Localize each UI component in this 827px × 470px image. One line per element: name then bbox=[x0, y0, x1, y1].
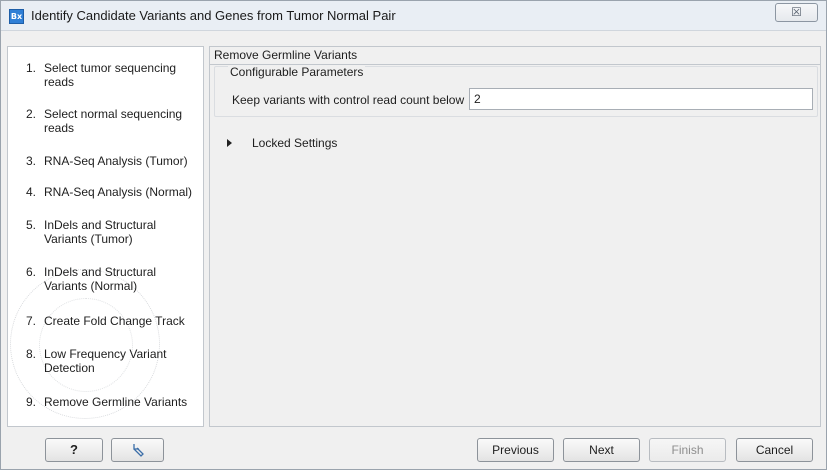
sidebar-step-5[interactable]: 5. InDels and Structural Variants (Tumor… bbox=[8, 218, 203, 246]
sidebar-step-6[interactable]: 6. InDels and Structural Variants (Norma… bbox=[8, 265, 203, 293]
help-button[interactable]: ? bbox=[45, 438, 103, 462]
sidebar-step-2[interactable]: 2. Select normal sequencing reads bbox=[8, 107, 203, 135]
step-label: Remove Germline Variants bbox=[44, 395, 188, 409]
finish-button[interactable]: Finish bbox=[649, 438, 726, 462]
previous-button[interactable]: Previous bbox=[477, 438, 554, 462]
step-number: 6. bbox=[26, 265, 37, 279]
window-title: Identify Candidate Variants and Genes fr… bbox=[31, 8, 396, 23]
cancel-button[interactable]: Cancel bbox=[736, 438, 813, 462]
sidebar-step-3[interactable]: 3. RNA-Seq Analysis (Tumor) bbox=[8, 154, 203, 168]
step-label: Select normal sequencing reads bbox=[44, 107, 183, 135]
steps-sidebar: 1. Select tumor sequencing reads 2. Sele… bbox=[7, 46, 204, 427]
control-read-count-label: Keep variants with control read count be… bbox=[232, 93, 465, 107]
step-label: Low Frequency Variant Detection bbox=[44, 347, 167, 375]
step-label: InDels and Structural Variants (Tumor) bbox=[44, 218, 157, 246]
step-number: 2. bbox=[26, 107, 37, 121]
step-label: Select tumor sequencing reads bbox=[44, 61, 177, 89]
expand-triangle-icon bbox=[227, 139, 232, 147]
step-label: RNA-Seq Analysis (Tumor) bbox=[44, 154, 188, 168]
sidebar-step-8[interactable]: 8. Low Frequency Variant Detection bbox=[8, 347, 203, 375]
step-number: 8. bbox=[26, 347, 37, 361]
app-icon: Bx bbox=[9, 9, 24, 24]
reset-button[interactable] bbox=[111, 438, 164, 462]
locked-settings-toggle[interactable]: Locked Settings bbox=[227, 136, 337, 150]
close-button[interactable]: ☒ bbox=[775, 3, 818, 22]
sidebar-step-1[interactable]: 1. Select tumor sequencing reads bbox=[8, 61, 203, 89]
step-label: InDels and Structural Variants (Normal) bbox=[44, 265, 157, 293]
locked-settings-label: Locked Settings bbox=[252, 136, 338, 150]
sidebar-step-4[interactable]: 4. RNA-Seq Analysis (Normal) bbox=[8, 185, 203, 199]
title-bar: Bx Identify Candidate Variants and Genes… bbox=[1, 1, 826, 31]
close-icon: ☒ bbox=[791, 5, 802, 19]
sidebar-step-7[interactable]: 7. Create Fold Change Track bbox=[8, 314, 203, 328]
step-label: Create Fold Change Track bbox=[44, 314, 185, 328]
step-number: 4. bbox=[26, 185, 37, 199]
section-title: Remove Germline Variants bbox=[214, 48, 358, 62]
step-number: 7. bbox=[26, 314, 37, 328]
sidebar-step-9[interactable]: 9. Remove Germline Variants bbox=[8, 395, 203, 409]
next-button[interactable]: Next bbox=[563, 438, 640, 462]
step-number: 5. bbox=[26, 218, 37, 232]
step-number: 9. bbox=[26, 395, 37, 409]
group-title: Configurable Parameters bbox=[228, 65, 366, 79]
reset-icon bbox=[131, 444, 145, 460]
step-number: 3. bbox=[26, 154, 37, 168]
control-read-count-input[interactable] bbox=[469, 88, 813, 110]
step-label: RNA-Seq Analysis (Normal) bbox=[44, 185, 193, 199]
step-number: 1. bbox=[26, 61, 37, 75]
